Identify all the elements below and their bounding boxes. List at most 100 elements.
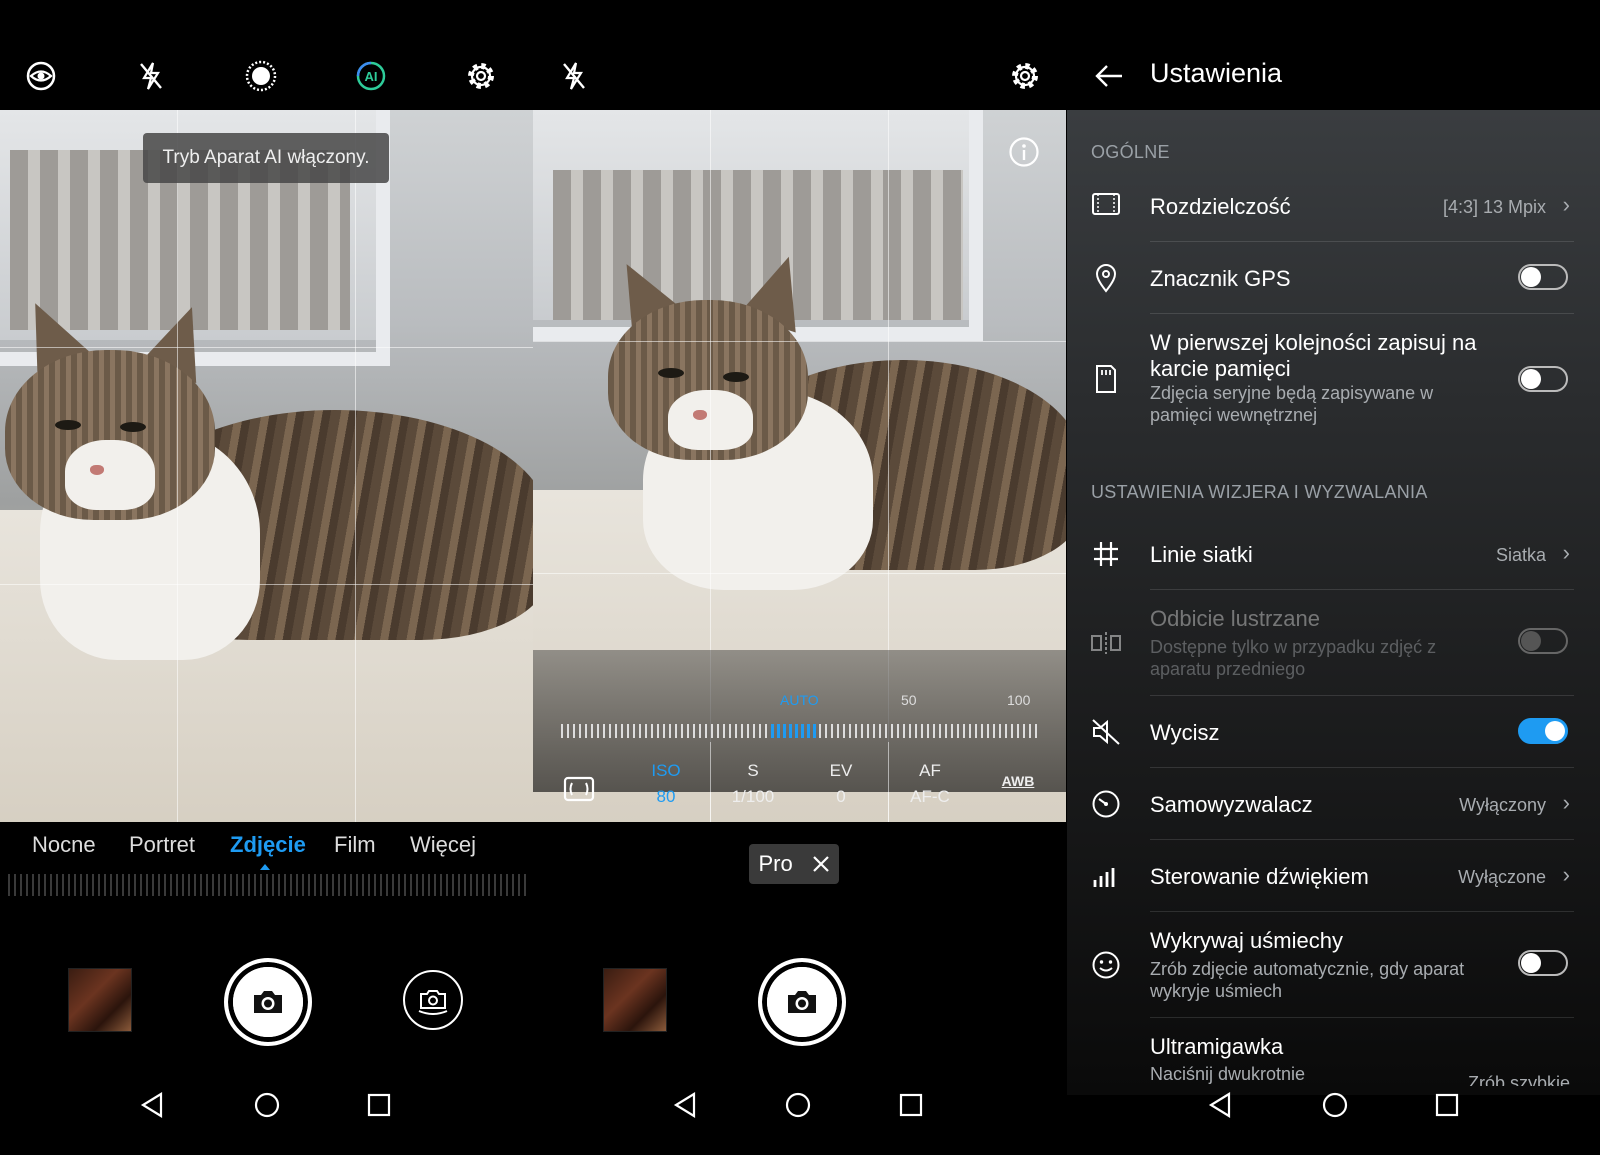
setting-sd-card[interactable]: W pierwszej kolejności zapisuj na karcie… [1067,314,1600,444]
info-icon[interactable] [1004,132,1044,172]
setting-mirror: Odbicie lustrzane Dostępne tylko w przyp… [1067,590,1600,696]
iso-scale-50: 50 [901,692,917,708]
system-nav-bar [533,1090,1066,1130]
home-circle-icon[interactable] [783,1090,813,1120]
setting-gps[interactable]: Znacznik GPS [1067,242,1600,314]
setting-value: Wyłączony [1459,795,1546,815]
mode-photo[interactable]: Zdjęcie [230,832,306,858]
pro-af[interactable]: AF AF-C [895,758,965,810]
switch-camera-icon [418,990,448,1015]
mirror-toggle [1518,628,1568,654]
viewfinder[interactable] [533,110,1066,822]
sd-card-icon [1089,362,1123,396]
pro-awb[interactable]: AWB [983,768,1053,794]
mode-video[interactable]: Film [334,832,376,858]
setting-value: Zrób szybkie [1467,1073,1570,1086]
grid-line [0,347,533,348]
smile-toggle[interactable] [1518,950,1568,976]
mute-icon [1089,715,1123,749]
setting-grid[interactable]: Linie siatki Siatka › [1067,518,1600,590]
gallery-thumbnail[interactable] [603,968,667,1032]
active-mode-indicator [260,864,270,870]
home-circle-icon[interactable] [1320,1090,1350,1120]
setting-sound-control[interactable]: Sterowanie dźwiękiem Wyłączone › [1067,840,1600,912]
flash-off-icon[interactable] [131,56,171,96]
mute-toggle[interactable] [1518,718,1568,744]
ai-icon[interactable]: AI [351,56,391,96]
iso-scale-auto: AUTO [780,692,819,708]
gear-icon[interactable] [461,56,501,96]
setting-smile-detection[interactable]: Wykrywaj uśmiechy Zrób zdjęcie automatyc… [1067,912,1600,1018]
setting-ultra-snapshot[interactable]: Ultramigawka Naciśnij dwukrotnie Zrób sz… [1067,1018,1600,1086]
setting-label: W pierwszej kolejności zapisuj na karcie… [1150,330,1477,381]
section-general: OGÓLNE [1091,142,1170,162]
pro-iso-label: ISO [651,761,681,780]
mode-night[interactable]: Nocne [32,832,96,858]
iso-scale-100: 100 [1007,692,1031,708]
cat-eye [120,422,146,432]
divider [888,742,889,822]
pro-iso[interactable]: ISO 80 [631,758,701,810]
close-icon[interactable] [812,855,830,873]
metering-icon[interactable] [559,769,599,809]
cat-nose [90,465,104,475]
shutter-button[interactable] [224,958,312,1046]
recents-square-icon[interactable] [364,1090,394,1120]
eye-icon[interactable] [21,56,61,96]
mode-ruler[interactable] [8,874,526,896]
mode-portrait[interactable]: Portret [129,832,195,858]
pro-shutter-speed[interactable]: S 1/100 [718,758,788,810]
sd-card-toggle[interactable] [1518,366,1568,392]
settings-header: Ustawienia [1067,0,1600,110]
grid-line [533,341,1066,342]
pro-shutter-value: 1/100 [731,787,775,806]
recents-square-icon[interactable] [896,1090,926,1120]
setting-description: Naciśnij dwukrotnie [1150,1064,1306,1084]
pro-mode-label: Pro [758,851,793,876]
shutter-button[interactable] [758,958,846,1046]
system-nav-bar [1067,1090,1600,1130]
gallery-thumbnail[interactable] [68,968,132,1032]
setting-resolution[interactable]: Rozdzielczość [4:3] 13 Mpix › [1067,182,1600,242]
setting-description: Zrób zdjęcie automatycznie, gdy aparat w… [1150,959,1465,1001]
pro-mode-badge[interactable]: Pro [749,844,839,884]
setting-label: Linie siatki [1150,542,1253,567]
setting-value: [4:3] 13 Mpix [1442,197,1546,217]
pro-af-value: AF-C [910,787,950,806]
smile-icon [1089,948,1123,982]
viewfinder[interactable] [0,110,533,822]
setting-value: Wyłączone [1458,867,1546,887]
back-arrow-icon[interactable] [1089,56,1129,96]
setting-mute[interactable]: Wycisz [1067,696,1600,768]
section-viewfinder: USTAWIENIA WIZJERA I WYZWALANIA [1091,482,1428,502]
flash-off-icon[interactable] [554,56,594,96]
setting-timer[interactable]: Samowyzwalacz Wyłączony › [1067,768,1600,840]
gear-icon[interactable] [1005,56,1045,96]
aperture-icon[interactable] [241,56,281,96]
pro-awb-label: AWB [1001,773,1035,789]
recents-square-icon[interactable] [1432,1090,1462,1120]
chevron-right-icon: › [1562,192,1570,217]
cat-nose [693,410,707,420]
page-title: Ustawienia [1150,58,1283,88]
back-triangle-icon[interactable] [137,1090,167,1120]
setting-label: Ultramigawka [1150,1034,1284,1059]
grid-line [177,110,178,822]
setting-label: Sterowanie dźwiękiem [1150,864,1369,889]
pro-ev[interactable]: EV 0 [806,758,876,810]
cat-eye [55,420,81,430]
home-circle-icon[interactable] [252,1090,282,1120]
back-triangle-icon[interactable] [670,1090,700,1120]
switch-camera-button[interactable] [403,970,463,1030]
gps-toggle[interactable] [1518,264,1568,290]
back-triangle-icon[interactable] [1205,1090,1235,1120]
cat-eye [658,368,684,378]
setting-label: Rozdzielczość [1150,194,1291,219]
iso-slider-thumb[interactable] [771,724,817,738]
camera-photo-screen: AI Tryb Aparat AI włączony. Nocne Portre… [0,0,533,1155]
setting-value: Siatka [1495,545,1546,565]
camera-top-bar [533,0,1066,110]
setting-label: Znacznik GPS [1150,266,1291,291]
cat-eye [723,372,749,382]
mode-more[interactable]: Więcej [410,832,476,858]
